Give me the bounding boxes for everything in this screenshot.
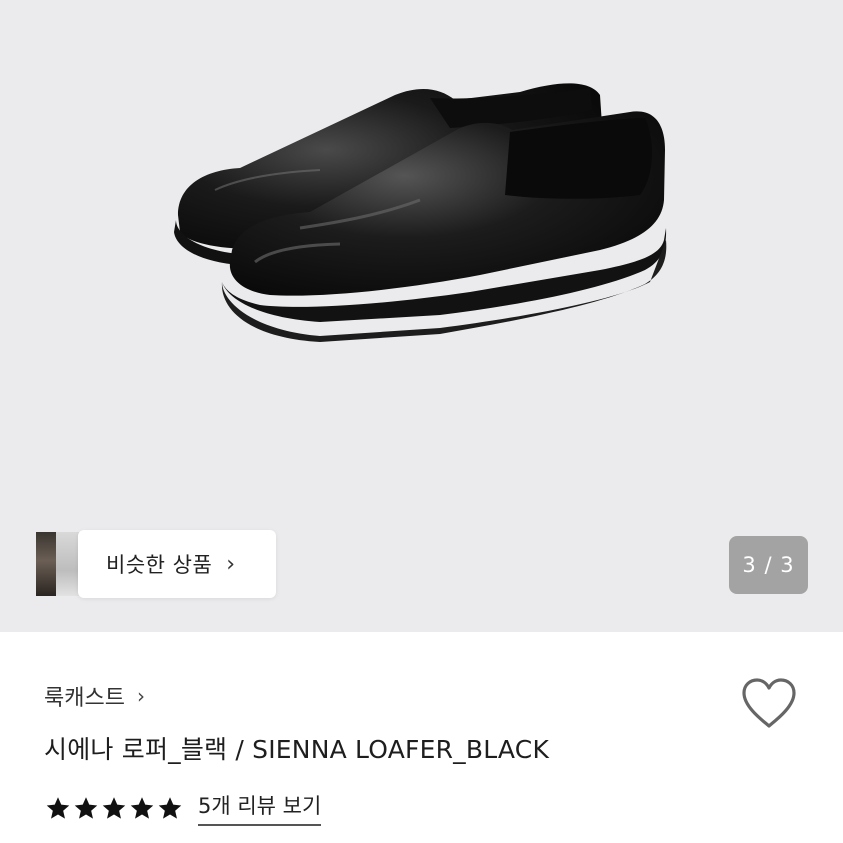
star-icon — [158, 796, 182, 819]
star-icon — [102, 796, 126, 819]
brand-name: 룩캐스트 — [44, 686, 125, 711]
heart-outline-icon[interactable] — [740, 676, 798, 730]
chevron-right-icon: › — [226, 551, 236, 577]
similar-products-card[interactable]: 비슷한 상품 › — [78, 530, 276, 598]
similar-products-label: 비슷한 상품 — [106, 553, 213, 577]
product-image-carousel[interactable]: 비슷한 상품 › 3 / 3 — [0, 0, 843, 632]
view-reviews-link[interactable]: 5개 리뷰 보기 — [198, 790, 322, 826]
rating-row: 5개 리뷰 보기 — [44, 790, 322, 826]
chevron-right-icon: › — [136, 684, 145, 708]
star-icon — [74, 796, 98, 819]
similar-products-button[interactable]: 비슷한 상품 › — [36, 530, 276, 598]
star-icon — [46, 796, 70, 819]
rating-stars — [44, 795, 184, 822]
star-icon — [130, 796, 154, 819]
similar-thumbnail — [36, 532, 58, 596]
image-page-counter: 3 / 3 — [729, 536, 808, 594]
brand-link[interactable]: 룩캐스트 › — [44, 680, 145, 712]
product-info: 룩캐스트 › 시에나 로퍼_블랙 / SIENNA LOAFER_BLACK 5… — [0, 632, 843, 843]
product-title: 시에나 로퍼_블랙 / SIENNA LOAFER_BLACK — [44, 735, 550, 764]
